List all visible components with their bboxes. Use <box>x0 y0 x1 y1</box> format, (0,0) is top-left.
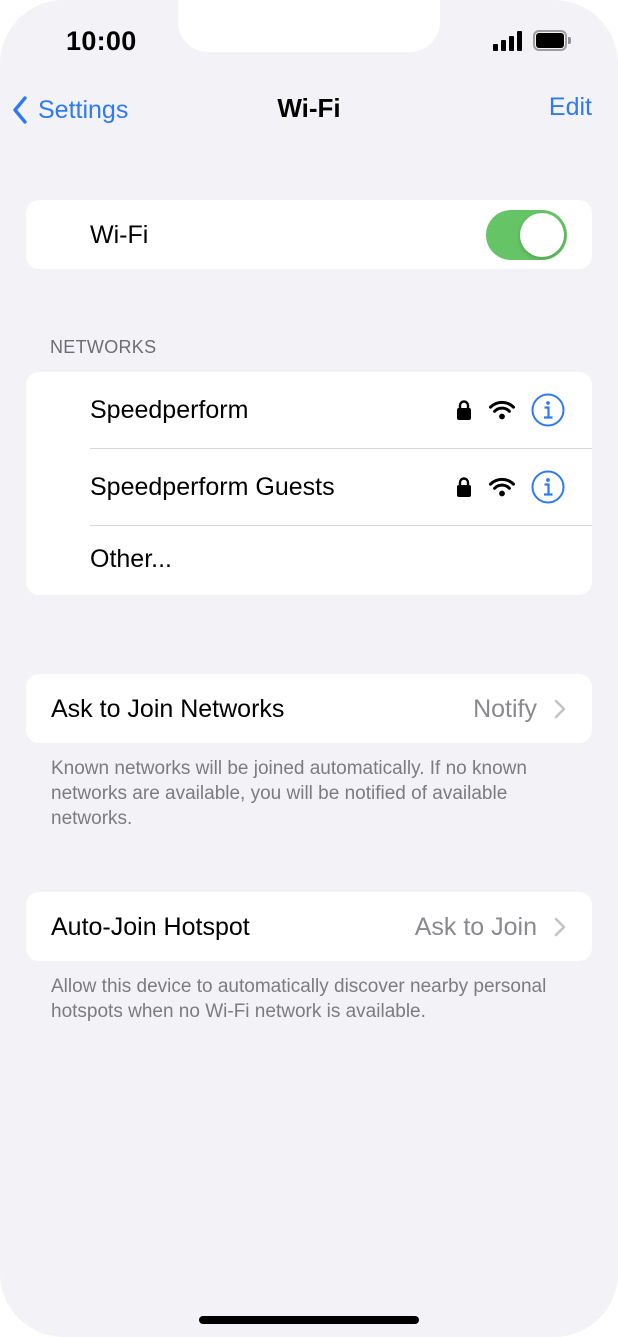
cellular-signal-icon <box>493 31 523 51</box>
lock-icon <box>457 400 471 420</box>
chevron-right-icon <box>554 917 566 937</box>
device-notch <box>178 0 440 52</box>
auto-join-hotspot-value: Ask to Join <box>414 913 537 941</box>
other-network-label: Other... <box>90 545 172 573</box>
wifi-signal-icon <box>489 477 515 497</box>
lock-icon <box>457 477 471 497</box>
other-network-row[interactable]: Other... <box>26 526 592 595</box>
home-indicator[interactable] <box>199 1316 419 1324</box>
network-row[interactable]: Speedperform <box>26 372 592 448</box>
wifi-toggle-label: Wi-Fi <box>90 221 149 249</box>
edit-button[interactable]: Edit <box>549 93 592 122</box>
info-icon[interactable] <box>531 393 565 427</box>
toggle-knob <box>520 213 564 257</box>
wifi-signal-icon <box>489 400 515 420</box>
ask-to-join-row[interactable]: Ask to Join Networks Notify <box>26 674 592 743</box>
auto-join-hotspot-label: Auto-Join Hotspot <box>51 913 250 941</box>
network-name: Speedperform Guests <box>90 473 335 501</box>
status-time: 10:00 <box>66 26 137 56</box>
chevron-right-icon <box>554 699 566 719</box>
wifi-toggle-switch[interactable] <box>486 210 567 260</box>
auto-join-hotspot-footnote: Allow this device to automatically disco… <box>51 976 547 1022</box>
wifi-toggle-card: Wi-Fi <box>26 200 592 269</box>
auto-join-hotspot-row[interactable]: Auto-Join Hotspot Ask to Join <box>26 892 592 961</box>
network-name: Speedperform <box>90 396 249 424</box>
page-title: Wi-Fi <box>277 93 341 123</box>
ask-to-join-footnote: Known networks will be joined automatica… <box>51 758 527 829</box>
battery-icon <box>533 30 571 51</box>
info-icon[interactable] <box>531 470 565 504</box>
network-row[interactable]: Speedperform Guests <box>26 449 592 525</box>
networks-list: Speedperform Speedperform Guests Other..… <box>26 372 592 595</box>
phone-screen: 10:00 Settings Wi-Fi Edit Wi-Fi NETWORKS… <box>0 0 618 1337</box>
ask-to-join-value: Notify <box>473 695 537 723</box>
networks-section-header: NETWORKS <box>50 337 157 357</box>
ask-to-join-label: Ask to Join Networks <box>51 695 285 723</box>
